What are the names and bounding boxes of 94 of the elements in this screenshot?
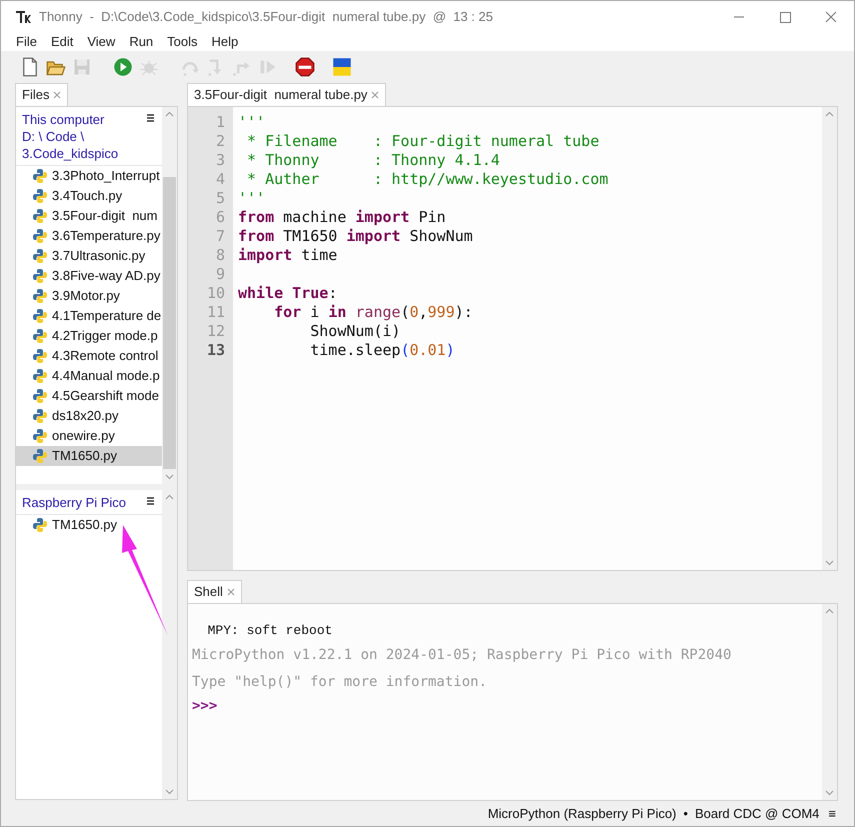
scrollbar[interactable] [822, 107, 837, 570]
python-file-icon [32, 408, 48, 424]
python-file-icon [32, 168, 48, 184]
new-file-icon[interactable] [20, 57, 40, 77]
menu-item[interactable]: Tools [160, 32, 205, 52]
line-number: 4 [216, 170, 225, 189]
python-file-entry[interactable]: 4.5Gearshift mode [16, 386, 162, 406]
shell-prompt: >>> [192, 697, 218, 716]
scrollbar[interactable] [162, 490, 177, 799]
scrollbar[interactable] [162, 107, 177, 484]
menu-icon[interactable] [147, 114, 154, 122]
code-line: import time [238, 246, 338, 264]
code-line: from TM1650 import ShowNum [238, 227, 473, 245]
python-file-entry[interactable]: ds18x20.py [16, 406, 162, 426]
python-file-entry[interactable]: onewire.py [16, 426, 162, 446]
line-number: 8 [216, 246, 225, 265]
location-label[interactable]: D: \ Code \ [22, 128, 147, 145]
line-number: 1 [216, 113, 225, 132]
line-number: 11 [206, 303, 225, 322]
shell-info-text: MicroPython v1.22.1 on 2024-01-05; Raspberry Pi Pico with RP2040 [192, 646, 732, 665]
location-label[interactable]: Raspberry Pi Pico [22, 494, 147, 511]
code-line: time.sleep(0.01) [309, 341, 455, 359]
python-file-entry[interactable]: 4.1Temperature de [16, 306, 162, 326]
line-number: 3 [216, 151, 225, 170]
run-icon[interactable] [113, 57, 133, 77]
python-file-entry[interactable]: 3.7Ultrasonic.py [16, 246, 162, 266]
code-line: * Filename : Four-digit numeral tube [246, 132, 600, 150]
python-file-icon [32, 268, 48, 284]
python-file-entry[interactable]: 4.4Manual mode.p [16, 366, 162, 386]
menu-icon[interactable]: ≡ [828, 804, 836, 824]
code-line: ''' [238, 113, 266, 131]
code-line: * Auther : http//www.keyestudio.com [246, 170, 608, 188]
close-icon[interactable] [371, 91, 380, 99]
python-file-entry[interactable]: 3.3Photo_Interrupt [16, 166, 162, 186]
line-number: 12 [206, 322, 225, 341]
python-file-entry[interactable]: 3.5Four-digit num [16, 206, 162, 226]
code-line: * Thonny : Thonny 4.1.4 [246, 151, 500, 169]
code-line: ''' [238, 189, 266, 207]
line-number: 13 [206, 341, 225, 360]
python-file-icon [32, 388, 48, 404]
code-line: ShowNum(i) [309, 322, 401, 340]
python-file-icon [32, 288, 48, 304]
stop-icon[interactable] [295, 57, 315, 77]
port-status[interactable]: Board CDC @ COM4 [694, 804, 820, 824]
menu-item[interactable]: Edit [44, 32, 80, 52]
line-number: 6 [216, 208, 225, 227]
python-file-icon [32, 328, 48, 344]
python-file-entry[interactable]: 4.3Remote control [16, 346, 162, 366]
python-file-icon [32, 348, 48, 364]
close-icon[interactable] [53, 91, 62, 99]
python-file-icon [32, 228, 48, 244]
python-file-icon [32, 448, 48, 464]
separator-dot: • [683, 804, 688, 823]
editor-tab[interactable]: 3.5Four-digit numeral tube.py [187, 83, 386, 106]
flag-icon[interactable] [332, 57, 352, 77]
menu-item[interactable]: Run [122, 32, 160, 52]
python-file-entry[interactable]: 3.4Touch.py [16, 186, 162, 206]
python-file-icon [32, 517, 48, 533]
line-number: 2 [216, 132, 225, 151]
python-file-entry[interactable]: 3.8Five-way AD.py [16, 266, 162, 286]
python-file-icon [32, 248, 48, 264]
location-label[interactable]: 3.Code_kidspico [22, 145, 147, 162]
shell-tab[interactable]: Shell [187, 580, 242, 603]
python-file-icon [32, 308, 48, 324]
menu-item[interactable]: View [80, 32, 122, 52]
close-icon[interactable] [226, 588, 235, 596]
shell-info-text: Type "help()" for more information. [192, 673, 488, 692]
shell-output: MPY: soft reboot [206, 622, 334, 640]
app-logo-icon [15, 8, 31, 24]
menu-item[interactable]: File [9, 32, 44, 52]
menu-item[interactable]: Help [204, 32, 246, 52]
python-file-entry[interactable]: 3.6Temperature.py [16, 226, 162, 246]
location-label[interactable]: This computer [22, 111, 147, 128]
python-file-entry[interactable]: TM1650.py [16, 446, 162, 466]
line-number: 7 [216, 227, 225, 246]
window-title: Thonny - D:\Code\3.Code_kidspico\3.5Four-digit numeral tube.py @ 13 : 25 [39, 8, 493, 26]
menu-icon[interactable] [147, 497, 154, 505]
python-file-icon [32, 428, 48, 444]
scroll-thumb[interactable] [163, 177, 176, 469]
python-file-icon [32, 208, 48, 224]
scrollbar[interactable] [822, 604, 837, 800]
code-line: for i in range(0,999): [273, 303, 473, 321]
python-file-entry[interactable]: TM1650.py [16, 515, 162, 535]
code-line: while True: [238, 284, 338, 302]
python-file-entry[interactable]: 4.2Trigger mode.p [16, 326, 162, 346]
python-file-icon [32, 368, 48, 384]
line-number: 10 [206, 284, 225, 303]
python-file-icon [32, 188, 48, 204]
line-number: 5 [216, 189, 225, 208]
python-file-entry[interactable]: 3.9Motor.py [16, 286, 162, 306]
code-line: from machine import Pin [238, 208, 446, 226]
files-tab[interactable]: Files [15, 83, 68, 106]
interpreter-status[interactable]: MicroPython (Raspberry Pi Pico) [488, 804, 676, 824]
line-number: 9 [216, 265, 225, 284]
